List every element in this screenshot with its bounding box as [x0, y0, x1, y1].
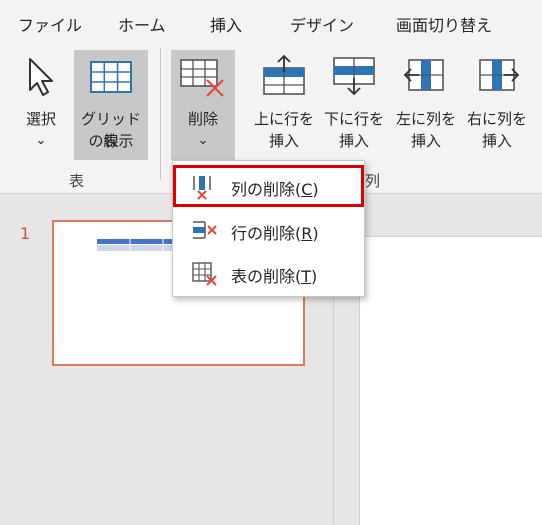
- delete-table-icon: [180, 59, 224, 97]
- chevron-down-icon: ⌄: [35, 133, 47, 148]
- insert-above-label-1: 上に行を: [253, 110, 314, 128]
- delete-button[interactable]: 削除 ⌄: [171, 50, 235, 160]
- insert-column-left-button[interactable]: 左に列を 挿入: [393, 50, 459, 160]
- group-separator: [160, 48, 161, 180]
- menu-item-label: 行の削除(R): [231, 224, 319, 243]
- insert-below-label-1: 下に行を: [323, 110, 384, 128]
- select-label: 選択: [25, 110, 56, 128]
- tab-home[interactable]: ホーム: [118, 12, 166, 36]
- insert-row-above-icon: [263, 54, 305, 95]
- select-icon: [29, 58, 53, 96]
- chevron-down-icon: ⌄: [197, 133, 209, 148]
- select-button[interactable]: 選択 ⌄: [10, 50, 72, 160]
- tab-insert[interactable]: 挿入: [210, 12, 242, 36]
- insert-right-label-1: 右に列を: [466, 110, 527, 128]
- delete-column-icon: [193, 176, 211, 200]
- delete-table-icon: [192, 262, 217, 286]
- ribbon-tabs: ファイル ホーム 挿入 デザイン 画面切り替え: [0, 0, 542, 42]
- tab-transitions[interactable]: 画面切り替え: [396, 12, 492, 36]
- slide-number: 1: [20, 224, 31, 243]
- insert-left-label-2: 挿入: [410, 132, 441, 150]
- tab-design[interactable]: デザイン: [290, 12, 354, 36]
- menu-item-delete-table[interactable]: 表の削除(T): [173, 252, 364, 294]
- insert-column-right-button[interactable]: 右に列を 挿入: [464, 50, 530, 160]
- group-label-rows-columns: 列: [365, 172, 381, 190]
- tab-file[interactable]: ファイル: [18, 12, 82, 36]
- delete-dropdown-menu: 列の削除(C) 行の削除(R) 表の削除(T): [172, 160, 365, 297]
- view-gridlines-button[interactable]: グリッド線 の表示: [74, 50, 148, 160]
- insert-column-right-icon: [479, 59, 520, 91]
- insert-row-below-icon: [333, 57, 375, 96]
- insert-row-below-button[interactable]: 下に行を 挿入: [322, 50, 386, 160]
- delete-label: 削除: [187, 110, 218, 128]
- menu-item-label: 列の削除(C): [231, 180, 319, 199]
- insert-row-above-button[interactable]: 上に行を 挿入: [252, 50, 316, 160]
- delete-row-icon: [193, 221, 217, 239]
- insert-left-label-1: 左に列を: [395, 110, 456, 128]
- grid-icon: [90, 61, 132, 93]
- menu-item-delete-columns[interactable]: 列の削除(C): [173, 165, 364, 207]
- insert-column-left-icon: [403, 59, 444, 91]
- menu-item-delete-rows[interactable]: 行の削除(R): [173, 209, 364, 251]
- slide-canvas[interactable]: [359, 236, 542, 525]
- insert-above-label-2: 挿入: [268, 132, 299, 150]
- menu-item-label: 表の削除(T): [231, 267, 318, 286]
- insert-below-label-2: 挿入: [338, 132, 369, 150]
- gridlines-label-2: の表示: [88, 132, 134, 150]
- group-label-table: 表: [69, 172, 85, 190]
- insert-right-label-2: 挿入: [481, 132, 512, 150]
